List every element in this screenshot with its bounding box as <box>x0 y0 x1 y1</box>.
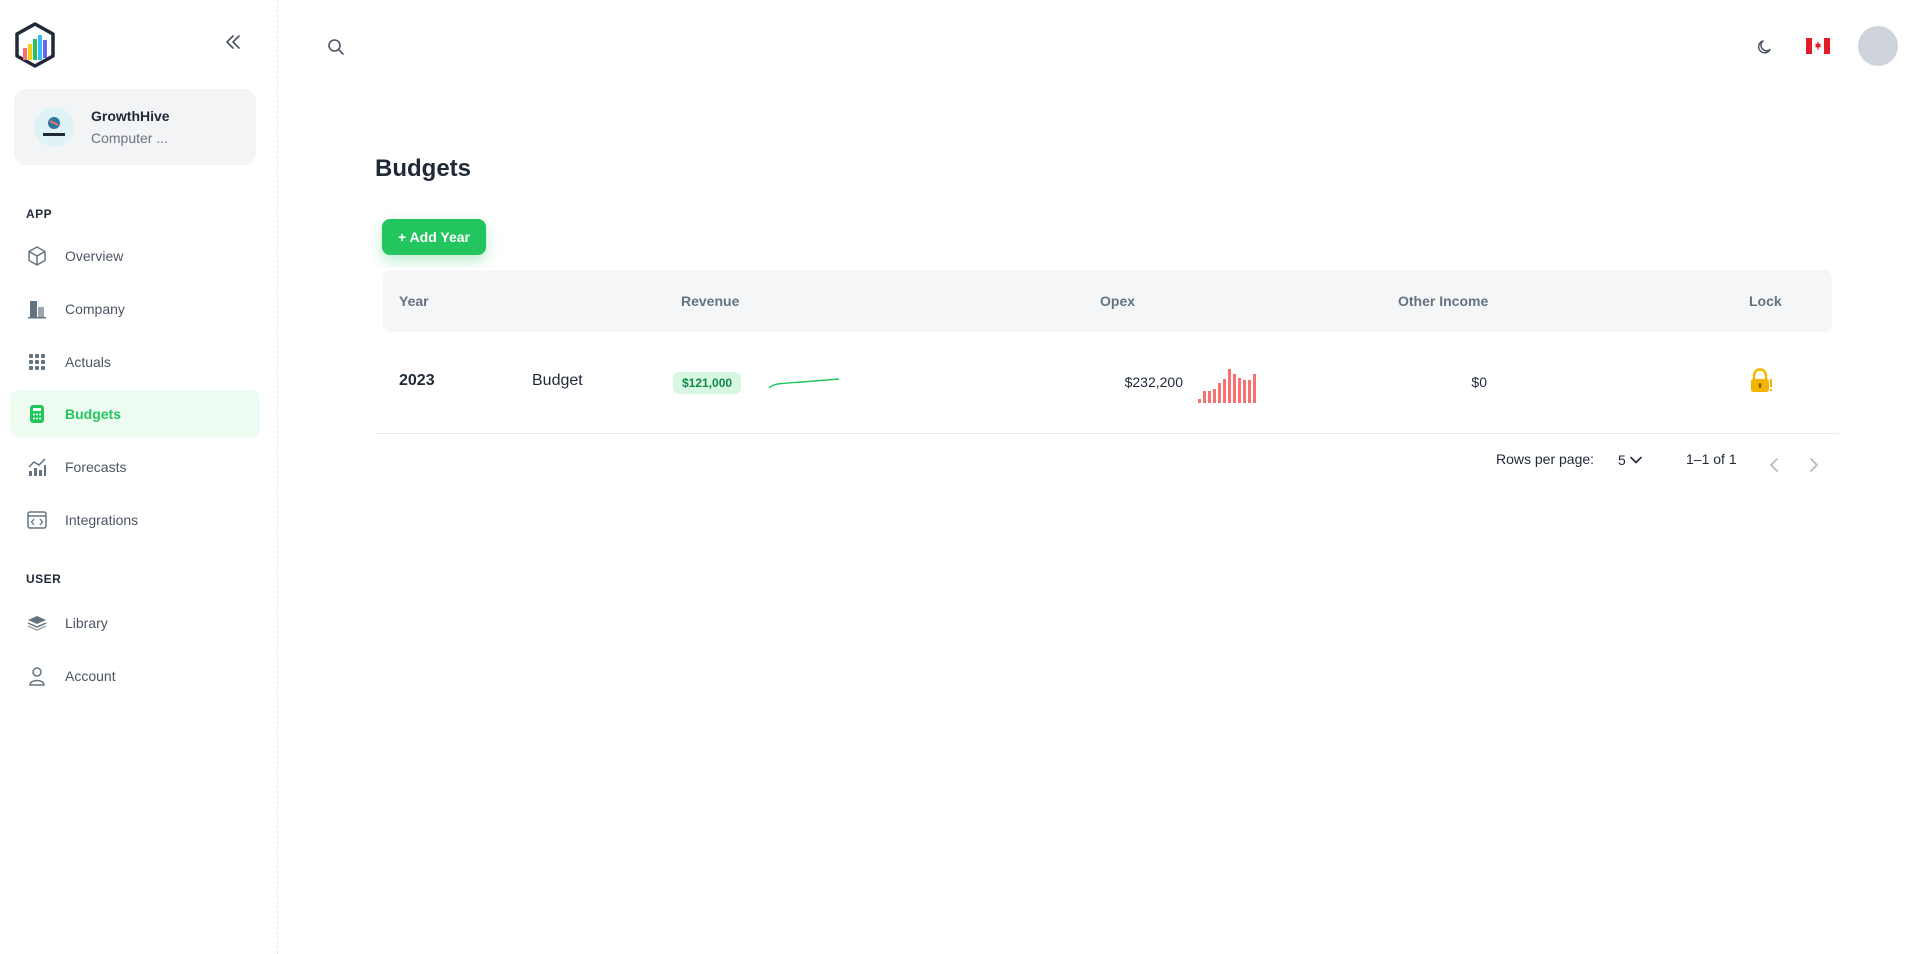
other-income-cell: $0 <box>1471 374 1487 390</box>
sidebar-item-company[interactable]: Company <box>10 285 260 332</box>
revenue-sparkline <box>768 378 840 389</box>
sidebar-item-label: Company <box>65 300 125 317</box>
sidebar-item-integrations[interactable]: Integrations <box>10 496 260 543</box>
double-chevron-left-icon <box>226 35 240 49</box>
column-header-lock[interactable]: Lock <box>1749 293 1782 309</box>
calculator-icon <box>26 403 48 425</box>
language-flag-button[interactable] <box>1806 38 1830 54</box>
user-icon <box>26 665 48 687</box>
chevron-left-icon <box>1769 458 1778 472</box>
organization-subtitle: Computer ... <box>91 130 169 146</box>
section-label-user: USER <box>26 572 62 586</box>
sidebar-item-overview[interactable]: Overview <box>10 232 260 279</box>
type-cell: Budget <box>532 372 583 389</box>
sidebar-item-label: Forecasts <box>65 458 127 475</box>
chevron-down-icon <box>1629 456 1642 464</box>
opex-cell: $232,200 <box>1124 374 1183 390</box>
column-header-revenue[interactable]: Revenue <box>681 293 739 309</box>
moon-icon <box>1757 40 1771 54</box>
search-button[interactable] <box>325 36 347 58</box>
table-header: Year Revenue Opex Other Income Lock <box>383 270 1832 332</box>
column-header-year[interactable]: Year <box>399 293 429 309</box>
collapse-sidebar-button[interactable] <box>223 32 243 52</box>
rows-per-page-value: 5 <box>1618 452 1626 468</box>
opex-sparkline <box>1198 369 1256 403</box>
lock-icon <box>1751 368 1772 392</box>
column-header-other-income[interactable]: Other Income <box>1398 293 1488 309</box>
sidebar-item-label: Library <box>65 614 108 631</box>
chart-icon <box>26 456 48 478</box>
organization-avatar <box>34 107 74 147</box>
theme-toggle-button[interactable] <box>1754 36 1776 58</box>
code-window-icon <box>26 509 48 531</box>
canada-flag-icon <box>1806 38 1830 54</box>
sidebar-item-library[interactable]: Library <box>10 599 260 646</box>
cube-icon <box>26 245 48 267</box>
page-title: Budgets <box>375 155 471 182</box>
sidebar-item-budgets[interactable]: Budgets <box>10 390 260 437</box>
table-row[interactable]: 2023 Budget $121,000 $232,200 $0 <box>375 332 1839 434</box>
sidebar: GrowthHive Computer ... APP Overview Com… <box>0 0 278 954</box>
rows-per-page-label: Rows per page: <box>1496 451 1595 467</box>
books-icon <box>26 612 48 634</box>
previous-page-button[interactable] <box>1763 454 1785 476</box>
sidebar-item-label: Integrations <box>65 511 139 528</box>
year-cell: 2023 <box>399 372 435 389</box>
add-year-button[interactable]: + Add Year <box>382 219 486 255</box>
app-logo[interactable] <box>13 22 57 68</box>
column-header-opex[interactable]: Opex <box>1100 293 1135 309</box>
building-icon <box>26 298 48 320</box>
organization-card[interactable]: GrowthHive Computer ... <box>14 89 256 165</box>
pagination-range: 1–1 of 1 <box>1686 451 1737 467</box>
lock-toggle[interactable] <box>1749 368 1773 394</box>
search-icon <box>328 39 344 55</box>
sidebar-item-label: Overview <box>65 247 124 264</box>
user-avatar[interactable] <box>1858 26 1898 66</box>
grid-icon <box>26 351 48 373</box>
rows-per-page-select[interactable]: 5 <box>1618 452 1642 468</box>
next-page-button[interactable] <box>1803 454 1825 476</box>
sidebar-item-label: Account <box>65 667 116 684</box>
budgets-table: Year Revenue Opex Other Income Lock 2023… <box>375 268 1839 500</box>
section-label-app: APP <box>26 207 53 221</box>
chevron-right-icon <box>1810 458 1819 472</box>
organization-name: GrowthHive <box>91 108 170 124</box>
sidebar-item-actuals[interactable]: Actuals <box>10 338 260 385</box>
revenue-badge: $121,000 <box>673 372 742 394</box>
sidebar-item-label: Actuals <box>65 353 111 370</box>
sidebar-item-account[interactable]: Account <box>10 652 260 699</box>
sidebar-item-forecasts[interactable]: Forecasts <box>10 443 260 490</box>
sidebar-item-label: Budgets <box>65 405 121 422</box>
